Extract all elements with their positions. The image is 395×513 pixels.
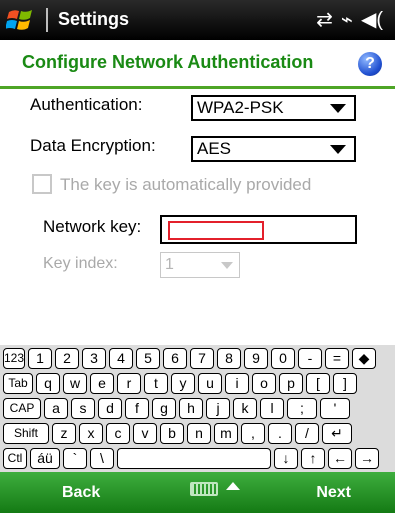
key-index-select[interactable]: 1 [160,252,240,278]
encryption-select[interactable]: AES [191,136,356,162]
keyboard-row: Shift z x c v b n m,. / ↵ [0,422,395,445]
key-2[interactable]: 2 [55,348,79,369]
back-softkey[interactable]: Back [62,484,100,502]
tab-key[interactable]: Tab [3,373,33,394]
ctrl-key[interactable]: Ctl [3,448,27,469]
caps-key[interactable]: CAP [3,398,41,419]
key-k[interactable]: k [233,398,257,419]
accent-key[interactable]: áü [30,448,60,469]
keyboard-row: Tab q w e r t y u i o p[] [0,372,395,395]
key-rbracket[interactable]: ] [333,373,357,394]
app-title: Settings [58,9,130,29]
focus-highlight [168,221,264,240]
authentication-select[interactable]: WPA2-PSK [191,95,356,121]
shift-key[interactable]: Shift [3,423,49,444]
page-header: Configure Network Authentication ? [0,40,395,89]
left-arrow-key[interactable]: ← [328,448,352,469]
softkey-bar: Back Next [0,472,395,513]
key-a[interactable]: a [44,398,68,419]
key-6[interactable]: 6 [163,348,187,369]
key-m[interactable]: m [214,423,238,444]
key-8[interactable]: 8 [217,348,241,369]
key-3[interactable]: 3 [82,348,106,369]
key-0[interactable]: 0 [271,348,295,369]
key-minus[interactable]: - [298,348,322,369]
up-arrow-icon[interactable] [226,482,240,490]
key-j[interactable]: j [206,398,230,419]
title-bar: Settings ⇄ ⌁ ◀( [0,0,395,40]
key-9[interactable]: 9 [244,348,268,369]
key-z[interactable]: z [52,423,76,444]
key-123[interactable]: 123 [3,348,25,369]
key-semicolon[interactable]: ; [287,398,317,419]
key-g[interactable]: g [152,398,176,419]
key-equals[interactable]: = [325,348,349,369]
keyboard-row: 123 1 2 3 4 5 6 7 8 9 0 - = ◆ [0,347,395,370]
page-title: Configure Network Authentication [22,52,314,72]
key-q[interactable]: q [36,373,60,394]
network-key-label: Network key: [43,217,142,236]
up-arrow-key[interactable]: ↑ [301,448,325,469]
key-i[interactable]: i [225,373,249,394]
help-icon[interactable]: ? [358,52,382,76]
down-arrow-key[interactable]: ↓ [274,448,298,469]
network-key-input[interactable] [160,215,357,244]
key-n[interactable]: n [187,423,211,444]
key-1[interactable]: 1 [28,348,52,369]
key-comma[interactable]: , [241,423,265,444]
encryption-label: Data Encryption: [30,136,156,155]
key-t[interactable]: t [144,373,168,394]
chevron-down-icon[interactable] [221,262,233,269]
key-f[interactable]: f [125,398,149,419]
title-separator [46,8,48,32]
authentication-label: Authentication: [30,95,143,114]
key-h[interactable]: h [179,398,203,419]
key-7[interactable]: 7 [190,348,214,369]
key-backtick[interactable]: ` [63,448,87,469]
key-p[interactable]: p [279,373,303,394]
space-key[interactable] [117,448,271,469]
key-e[interactable]: e [90,373,114,394]
key-period[interactable]: . [268,423,292,444]
key-4[interactable]: 4 [109,348,133,369]
key-v[interactable]: v [133,423,157,444]
auto-key-checkbox[interactable] [32,174,52,194]
key-u[interactable]: u [198,373,222,394]
volume-icon[interactable]: ◀( [361,7,383,33]
key-c[interactable]: c [106,423,130,444]
right-arrow-key[interactable]: → [355,448,379,469]
key-5[interactable]: 5 [136,348,160,369]
auto-key-label: The key is automatically provided [60,175,312,194]
authentication-value: WPA2-PSK [197,98,284,117]
key-quote[interactable]: ' [320,398,350,419]
enter-key[interactable]: ↵ [322,423,352,444]
next-softkey[interactable]: Next [316,484,351,502]
encryption-value: AES [197,139,232,158]
key-l[interactable]: l [260,398,284,419]
on-screen-keyboard: 123 1 2 3 4 5 6 7 8 9 0 - = ◆ Tab q w e r t y u… [0,345,395,472]
status-icons[interactable]: ⇄ ⌁ ◀( [316,7,383,33]
key-w[interactable]: w [63,373,87,394]
chevron-down-icon[interactable] [330,104,346,113]
key-lbracket[interactable]: [ [306,373,330,394]
chevron-down-icon[interactable] [330,145,346,154]
key-b[interactable]: b [160,423,184,444]
key-y[interactable]: y [171,373,195,394]
connectivity-icon[interactable]: ⇄ [316,7,333,33]
key-index-label: Key index: [43,255,118,272]
key-slash[interactable]: / [295,423,319,444]
key-r[interactable]: r [117,373,141,394]
key-backslash[interactable]: \ [90,448,114,469]
backspace-key[interactable]: ◆ [352,348,376,369]
key-d[interactable]: d [98,398,122,419]
key-x[interactable]: x [79,423,103,444]
battery-charging-icon[interactable]: ⌁ [341,7,353,33]
key-s[interactable]: s [71,398,95,419]
keyboard-row: Ctl áü ` \ ↓ ↑ ← → [0,447,395,470]
keyboard-row: CAP a s d f g h j k l; ' [0,397,395,420]
key-index-value: 1 [165,256,174,273]
key-o[interactable]: o [252,373,276,394]
windows-logo-icon[interactable] [6,6,36,34]
keyboard-icon[interactable] [190,482,218,496]
